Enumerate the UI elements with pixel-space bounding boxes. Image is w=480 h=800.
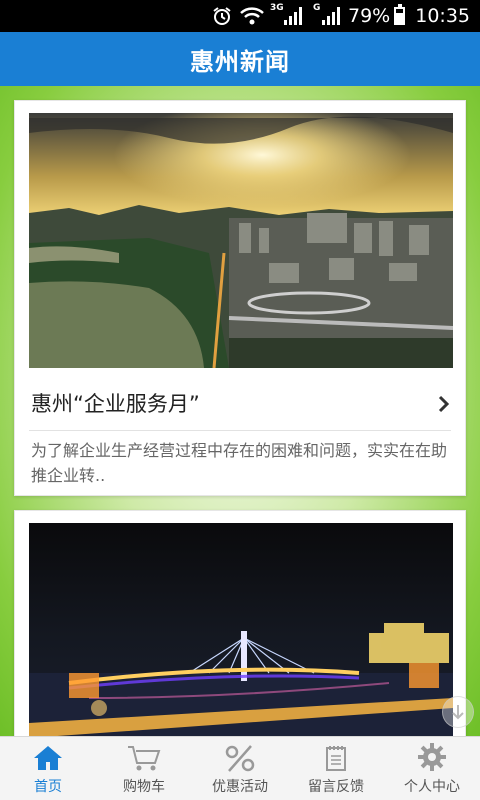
news-title[interactable]: 惠州“企业服务月” (31, 388, 200, 418)
gear-icon (418, 743, 446, 771)
app-header: 惠州新闻 (0, 32, 480, 86)
signal-g-icon: G (313, 3, 340, 25)
nav-item-cart[interactable]: 购物车 (96, 737, 192, 800)
alarm-icon (212, 6, 232, 26)
nav-item-label: 优惠活动 (212, 779, 268, 795)
home-icon (34, 746, 62, 770)
nav-item-promotions[interactable]: 优惠活动 (192, 737, 288, 800)
news-card[interactable]: 惠州“企业服务月” 为了解企业生产经营过程中存在的困难和问题，实实在在助推企业转… (14, 100, 466, 496)
scroll-down-button[interactable] (442, 696, 474, 728)
battery-percent: 79% (348, 5, 391, 27)
bottom-nav: 首页 购物车 优惠活动 留言反馈 个人中心 (0, 736, 480, 800)
status-bar: 3G G 79% 10:35 (0, 0, 480, 32)
wifi-icon (240, 7, 264, 25)
page-title: 惠州新闻 (190, 47, 290, 76)
chevron-right-icon[interactable] (437, 394, 451, 414)
nav-item-label: 购物车 (123, 779, 165, 795)
notepad-icon (326, 746, 346, 771)
network-3g-label: 3G (270, 3, 284, 13)
nav-item-profile[interactable]: 个人中心 (384, 737, 480, 800)
battery-icon (394, 4, 406, 25)
cart-icon (128, 746, 161, 771)
news-summary: 为了解企业生产经营过程中存在的困难和问题，实实在在助推企业转.. (31, 441, 448, 485)
nav-item-feedback[interactable]: 留言反馈 (288, 737, 384, 800)
percent-icon (225, 745, 255, 772)
clock: 10:35 (415, 5, 470, 27)
news-image-bridge-night[interactable] (29, 523, 453, 736)
news-card[interactable] (14, 510, 466, 736)
nav-item-label: 留言反馈 (308, 779, 364, 795)
arrow-down-icon (452, 705, 464, 720)
nav-item-label: 个人中心 (404, 779, 460, 795)
news-image-city-sunset[interactable] (29, 113, 453, 368)
news-feed[interactable]: 惠州“企业服务月” 为了解企业生产经营过程中存在的困难和问题，实实在在助推企业转… (0, 86, 480, 736)
signal-3g-icon: 3G (270, 3, 302, 25)
nav-item-label: 首页 (34, 779, 62, 795)
network-g-label: G (313, 3, 321, 13)
divider (29, 430, 451, 431)
nav-item-home[interactable]: 首页 (0, 737, 96, 800)
